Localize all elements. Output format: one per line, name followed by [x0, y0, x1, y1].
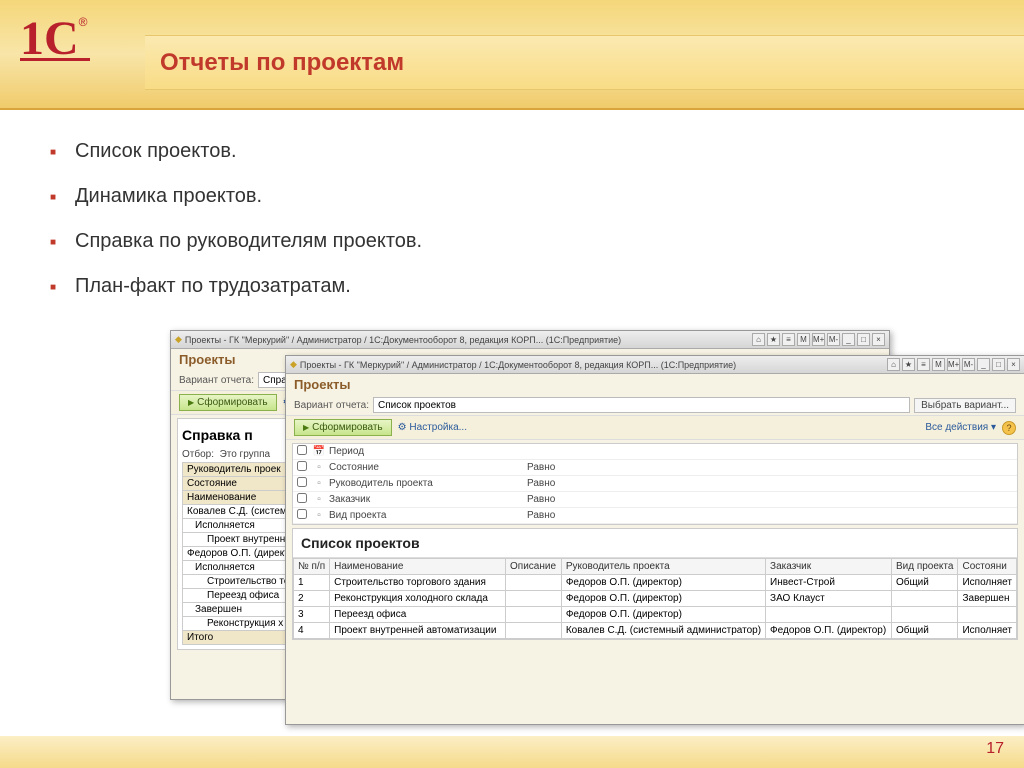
report-panel: Список проектов № п/п Наименование Описа…: [292, 528, 1018, 640]
form-button[interactable]: Сформировать: [179, 394, 277, 411]
filter-checkbox[interactable]: [297, 461, 307, 471]
maximize-icon[interactable]: □: [857, 333, 870, 346]
toolbar-icon[interactable]: M: [932, 358, 945, 371]
window-title: Проекты - ГК "Меркурий" / Администратор …: [185, 335, 752, 345]
minimize-icon[interactable]: _: [977, 358, 990, 371]
table-row[interactable]: 4Проект внутренней автоматизацииКовалев …: [294, 623, 1017, 639]
toolbar-icon[interactable]: M+: [812, 333, 825, 346]
window-project-list: ◆ Проекты - ГК "Меркурий" / Администрато…: [285, 355, 1024, 725]
table-row[interactable]: 1Строительство торгового зданияФедоров О…: [294, 575, 1017, 591]
field-icon: ▫: [311, 462, 327, 473]
window-titlebar[interactable]: ◆ Проекты - ГК "Меркурий" / Администрато…: [171, 331, 889, 349]
choose-variant-button[interactable]: Выбрать вариант...: [914, 398, 1016, 413]
report-title: Список проектов: [293, 529, 1017, 558]
bullet-item: План-факт по трудозатратам.: [50, 275, 974, 298]
variant-input[interactable]: [373, 397, 910, 413]
page-number: 17: [986, 740, 1004, 758]
field-icon: ▫: [311, 510, 327, 521]
toolbar-icon[interactable]: M-: [962, 358, 975, 371]
app-icon: ◆: [290, 359, 297, 370]
bullet-item: Динамика проектов.: [50, 185, 974, 208]
all-actions-link[interactable]: Все действия ▾: [925, 422, 996, 433]
bullet-item: Список проектов.: [50, 140, 974, 163]
filter-panel: 📅Период ▫СостояниеРавно ▫Руководитель пр…: [292, 443, 1018, 525]
help-icon[interactable]: ?: [1002, 421, 1016, 435]
window-titlebar[interactable]: ◆ Проекты - ГК "Меркурий" / Администрато…: [286, 356, 1024, 374]
close-icon[interactable]: ×: [1007, 358, 1020, 371]
minimize-icon[interactable]: _: [842, 333, 855, 346]
bullet-list: Список проектов. Динамика проектов. Спра…: [0, 110, 1024, 330]
field-icon: ▫: [311, 494, 327, 505]
maximize-icon[interactable]: □: [992, 358, 1005, 371]
filter-checkbox[interactable]: [297, 509, 307, 519]
filter-checkbox[interactable]: [297, 493, 307, 503]
toolbar-icon[interactable]: ≡: [782, 333, 795, 346]
footer-band: [0, 736, 1024, 768]
calendar-icon: 📅: [311, 446, 327, 457]
toolbar-icon[interactable]: M+: [947, 358, 960, 371]
filter-checkbox[interactable]: [297, 477, 307, 487]
table-row[interactable]: 2Реконструкция холодного складаФедоров О…: [294, 591, 1017, 607]
toolbar-icon[interactable]: ⌂: [752, 333, 765, 346]
module-title: Проекты: [286, 374, 1024, 395]
toolbar-icon[interactable]: ★: [902, 358, 915, 371]
field-icon: ▫: [311, 478, 327, 489]
toolbar-icon[interactable]: ⌂: [887, 358, 900, 371]
toolbar-icon[interactable]: ≡: [917, 358, 930, 371]
window-title: Проекты - ГК "Меркурий" / Администратор …: [300, 360, 887, 370]
app-icon: ◆: [175, 334, 182, 345]
variant-label: Вариант отчета:: [294, 400, 369, 411]
close-icon[interactable]: ×: [872, 333, 885, 346]
variant-label: Вариант отчета:: [179, 375, 254, 386]
bullet-item: Справка по руководителям проектов.: [50, 230, 974, 253]
table-row[interactable]: 3Переезд офисаФедоров О.П. (директор): [294, 607, 1017, 623]
logo-1c: 1C®: [20, 15, 100, 61]
filter-checkbox[interactable]: [297, 445, 307, 455]
settings-link[interactable]: ⚙ Настройка...: [398, 422, 467, 433]
form-button[interactable]: Сформировать: [294, 419, 392, 436]
projects-table: № п/п Наименование Описание Руководитель…: [293, 558, 1017, 639]
toolbar-icon[interactable]: M-: [827, 333, 840, 346]
slide-title: Отчеты по проектам: [160, 49, 404, 77]
toolbar-icon[interactable]: ★: [767, 333, 780, 346]
toolbar-icon[interactable]: M: [797, 333, 810, 346]
